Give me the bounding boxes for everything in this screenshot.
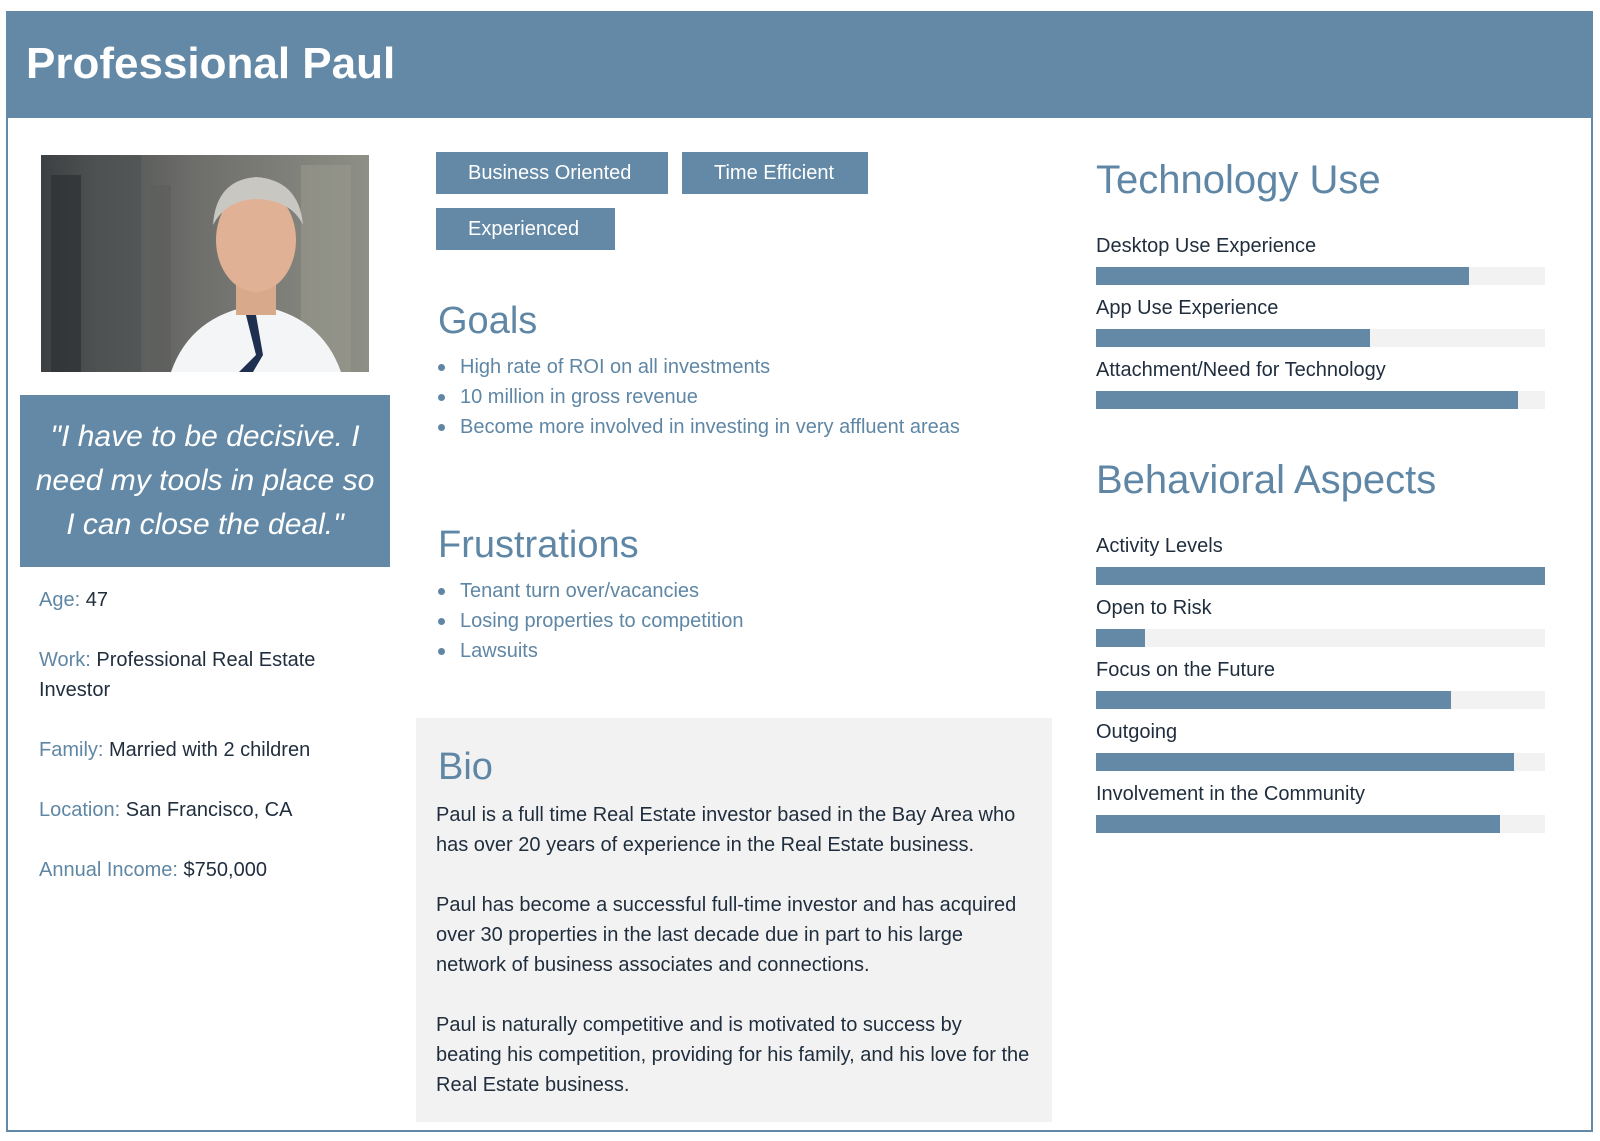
tag-time-efficient: Time Efficient [682,152,868,194]
bio-body: Paul is a full time Real Estate investor… [436,800,1032,1130]
goals-title: Goals [438,300,538,342]
meter-community-involvement: Involvement in the Community [1096,779,1545,833]
bio-paragraph: Paul has become a successful full-time i… [436,894,1017,976]
fact-value: 47 [85,589,108,611]
frustrations-title: Frustrations [438,524,639,566]
tag-business-oriented: Business Oriented [436,152,668,194]
meter-fill [1096,391,1519,409]
persona-quote: "I have to be decisive. I need my tools … [20,395,390,567]
fact-work: Work: Professional Real Estate Investor [39,645,369,705]
fact-key: Work: [39,649,91,671]
meter-outgoing: Outgoing [1096,717,1545,771]
meter-fill [1096,753,1514,771]
meter-track [1096,815,1545,833]
frustrations-list: Tenant turn over/vacancies Losing proper… [436,576,744,666]
persona-facts: Age: 47 Work: Professional Real Estate I… [39,585,369,915]
meter-desktop-use: Desktop Use Experience [1096,231,1545,285]
fact-key: Annual Income: [39,859,178,881]
meter-track [1096,567,1545,585]
fact-key: Location: [39,799,121,821]
meter-label: Attachment/Need for Technology [1096,359,1386,381]
technology-title: Technology Use [1096,158,1381,202]
list-item: Losing properties to competition [438,606,744,636]
fact-age: Age: 47 [39,585,369,615]
bio-paragraph: Paul is naturally competitive and is mot… [436,1014,1030,1096]
meter-label: Activity Levels [1096,535,1223,557]
profile-photo [41,155,369,372]
meter-fill [1096,329,1370,347]
meter-label: Outgoing [1096,721,1178,743]
meter-fill [1096,815,1501,833]
meter-track [1096,753,1545,771]
meter-track [1096,329,1545,347]
meter-app-use: App Use Experience [1096,293,1545,347]
meter-attachment-technology: Attachment/Need for Technology [1096,355,1545,409]
fact-key: Family: [39,739,104,761]
page-title: Professional Paul [26,39,396,88]
meter-activity-levels: Activity Levels [1096,531,1545,585]
bio-title: Bio [438,746,493,788]
fact-family: Family: Married with 2 children [39,735,369,765]
meter-label: Focus on the Future [1096,659,1275,681]
meter-track [1096,691,1545,709]
bio-paragraph: Paul is a full time Real Estate investor… [436,804,1016,856]
bio-panel: Bio Paul is a full time Real Estate inve… [416,718,1052,1122]
meter-label: Desktop Use Experience [1096,235,1317,257]
meter-label: App Use Experience [1096,297,1279,319]
header-bar: Professional Paul [6,11,1593,118]
list-item: Tenant turn over/vacancies [438,576,744,606]
fact-income: Annual Income: $750,000 [39,855,369,885]
meter-open-to-risk: Open to Risk [1096,593,1545,647]
meter-track [1096,629,1545,647]
tag-experienced: Experienced [436,208,615,250]
fact-value: $750,000 [183,859,267,881]
list-item: Lawsuits [438,636,744,666]
meter-track [1096,391,1545,409]
goals-list: High rate of ROI on all investments 10 m… [436,352,960,442]
meter-fill [1096,267,1469,285]
list-item: High rate of ROI on all investments [438,352,960,382]
fact-value: Married with 2 children [109,739,311,761]
fact-key: Age: [39,589,81,611]
meter-track [1096,267,1545,285]
list-item: 10 million in gross revenue [438,382,960,412]
meter-fill [1096,629,1146,647]
meter-label: Involvement in the Community [1096,783,1366,805]
fact-location: Location: San Francisco, CA [39,795,369,825]
meter-focus-future: Focus on the Future [1096,655,1545,709]
list-item: Become more involved in investing in ver… [438,412,960,442]
fact-value: San Francisco, CA [125,799,293,821]
meter-label: Open to Risk [1096,597,1212,619]
meter-fill [1096,567,1545,585]
behavior-title: Behavioral Aspects [1096,458,1437,502]
meter-fill [1096,691,1451,709]
